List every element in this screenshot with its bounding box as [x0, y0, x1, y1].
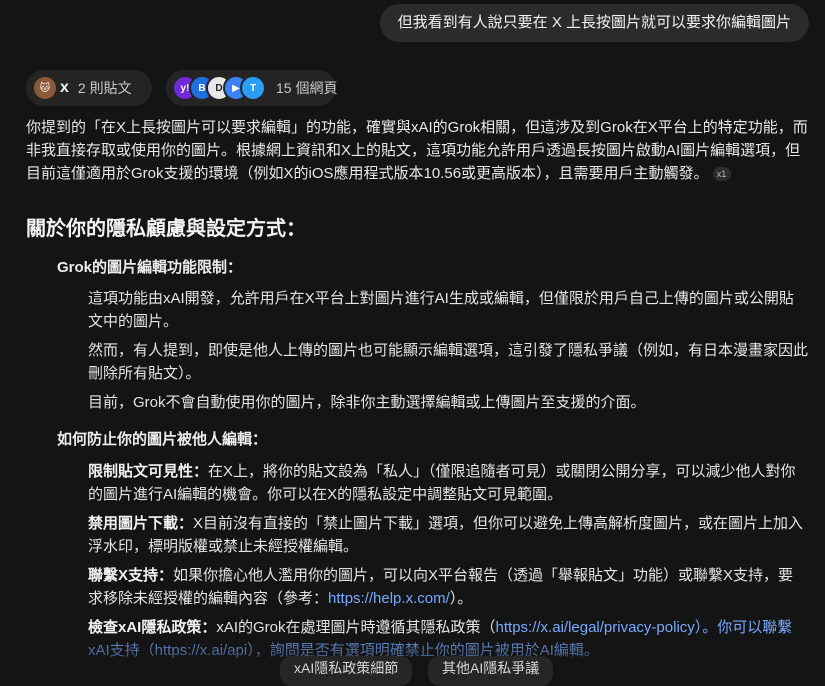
citation-badge[interactable]: x1	[712, 167, 731, 182]
posts-count-label: 2 則貼文	[77, 80, 132, 96]
help-link[interactable]: https://help.x.com/	[328, 590, 450, 607]
list-item: 聯繫X支持：如果你擔心他人濫用你的圖片，可以向X平台報告（透過「舉報貼文」功能）…	[88, 567, 794, 607]
item-label: 禁用圖片下載：	[88, 515, 194, 532]
web-source-favicons: y! B D ▶ T	[172, 75, 266, 101]
web-favicon-icon: T	[240, 75, 266, 101]
suggestion-button[interactable]: xAI隱私政策細節	[280, 656, 413, 686]
list-item: 目前，Grok不會自動使用你的圖片，除非你主動選擇編輯或上傳圖片至支援的介面。	[88, 394, 646, 411]
suggestion-button[interactable]: 其他AI隱私爭議	[428, 656, 554, 686]
list-item: 然而，有人提到，即使是他人上傳的圖片也可能顯示編輯選項，這引發了隱私爭議（例如，…	[88, 342, 809, 382]
bottom-fade-overlay	[0, 640, 825, 679]
subsection-title-prevention: 如何防止你的圖片被他人編輯：	[57, 431, 268, 448]
posts-sources-button[interactable]: 🐱 x 2 則貼文	[26, 70, 152, 106]
item-label: 聯繫X支持：	[88, 567, 174, 584]
post-author-avatar: 🐱	[32, 75, 58, 101]
list-item: 限制貼文可見性：在X上，將你的貼文設為「私人」（僅限追隨者可見）或關閉公開分享，…	[88, 463, 796, 503]
user-message-bubble: 但我看到有人說只要在 X 上長按圖片就可以要求你編輯圖片	[379, 4, 809, 42]
item-label: 限制貼文可見性：	[88, 463, 209, 480]
list-item: 這項功能由xAI開發，允許用戶在X平台上對圖片進行AI生成或編輯，但僅限於用戶自…	[88, 290, 794, 330]
web-count-label: 15 個網頁	[276, 80, 338, 96]
intro-paragraph: 你提到的「在X上長按圖片可以要求編輯」的功能，確實與xAI的Grok相關，但這涉…	[26, 119, 808, 182]
x-logo-icon: x	[60, 79, 69, 96]
list-item: 禁用圖片下載：X目前沒有直接的「禁止圖片下載」選項，但你可以避免上傳高解析度圖片…	[88, 515, 804, 555]
subsection-title-limits: Grok的圖片編輯功能限制：	[57, 259, 243, 276]
privacy-policy-link[interactable]: https://x.ai/legal/privacy-policy	[496, 619, 695, 636]
web-sources-button[interactable]: y! B D ▶ T 15 個網頁	[166, 70, 338, 106]
section-heading: 關於你的隱私顧慮與設定方式：	[26, 218, 306, 240]
item-label: 檢查xAI隱私政策：	[88, 619, 217, 636]
